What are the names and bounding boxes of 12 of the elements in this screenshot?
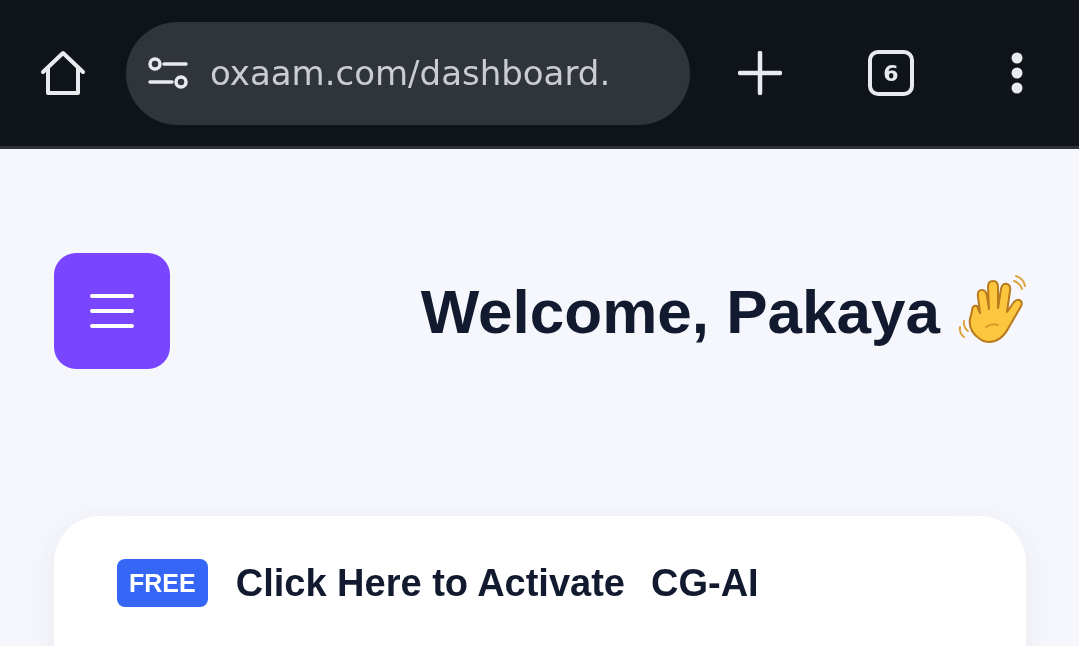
more-menu-icon[interactable] — [1011, 52, 1023, 94]
menu-button[interactable] — [54, 253, 170, 369]
activate-link[interactable]: Click Here to Activate CG-AI — [235, 561, 759, 605]
new-tab-icon[interactable] — [738, 51, 782, 95]
tab-count-button[interactable]: 6 — [868, 50, 914, 96]
site-settings-icon[interactable] — [148, 57, 188, 89]
address-bar[interactable]: oxaam.com/dashboard. — [126, 21, 690, 125]
home-icon[interactable] — [39, 50, 87, 96]
welcome-heading: Welcome, Pakaya — [420, 275, 940, 347]
free-badge: FREE — [117, 559, 208, 607]
url-text: oxaam.com/dashboard. — [210, 53, 611, 93]
menu-icon — [90, 293, 134, 329]
